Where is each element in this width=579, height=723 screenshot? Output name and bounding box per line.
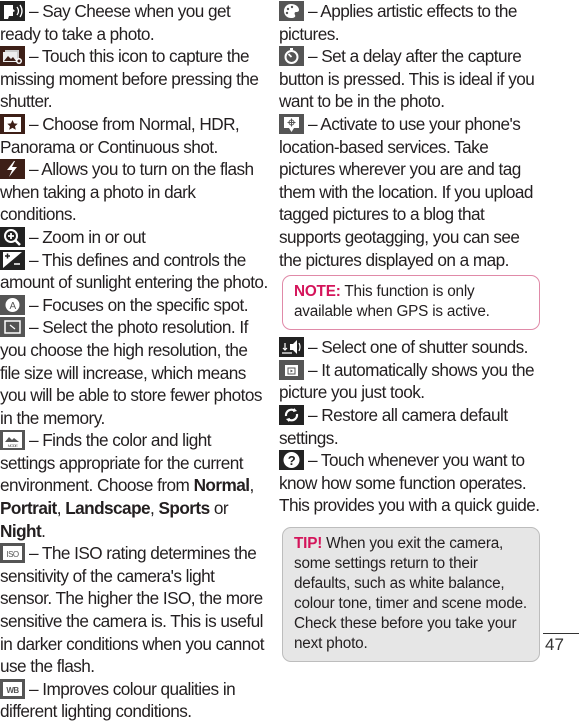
entry-help: ? – Touch whenever you want to know how s… [279,449,545,517]
say-cheese-icon [0,1,25,21]
entry-text: – The ISO rating determines the sensitiv… [0,543,265,677]
entry-timer: – Set a delay after the capture button i… [279,45,545,113]
entry-text: – Select the photo resolution. If you ch… [0,317,262,428]
entry-geotagging: – Activate to use your phone's location-… [279,113,545,271]
note-box: NOTE: This function is only available wh… [282,275,540,331]
entry-text: – Applies artistic effects to the pictur… [279,1,517,44]
entry-focus: A – Focuses on the specific spot. [0,294,268,317]
tip-label: TIP! [294,534,323,552]
tip-text: When you exit the camera, some settings … [294,534,527,652]
entry-text: – Touch this icon to capture the missing… [0,46,259,112]
help-icon: ? [279,450,304,471]
entry-time-catch: – Touch this icon to capture the missing… [0,45,268,113]
entry-text: – Improves colour qualities in different… [0,678,236,722]
entry-text: – Choose from Normal, HDR, Panorama or C… [0,113,240,157]
shot-mode-icon [0,113,25,134]
option-landscape: Landscape [65,498,151,519]
entry-auto-review: – It automatically shows you the picture… [279,359,545,404]
zoom-icon [0,226,25,247]
entry-text: – Zoom in or out [29,226,146,247]
entry-text: – Say Cheese when you get ready to take … [0,1,231,44]
svg-text:ISO: ISO [6,550,18,559]
option-normal: Normal [193,475,250,496]
scene-mode-icon: MODE [0,430,25,451]
separator: , [56,498,66,519]
entry-text: – Activate to use your phone's location-… [279,113,533,270]
shutter-sound-icon [279,337,304,358]
focus-icon: A [0,294,25,315]
color-effect-icon [279,1,304,21]
entry-text: – This defines and controls the amount o… [0,249,268,293]
entry-image-size: – Select the photo resolution. If you ch… [0,316,268,429]
entry-shot-mode: – Choose from Normal, HDR, Panorama or C… [0,113,268,158]
option-sports: Sports [158,498,210,519]
entry-brightness: – This defines and controls the amount o… [0,249,268,294]
entry-text: – Focuses on the specific spot. [29,294,248,315]
iso-icon: ISO [0,543,25,564]
separator: . [41,520,46,541]
entry-zoom: – Zoom in or out [0,226,268,249]
entry-text: – It automatically shows you the picture… [279,359,535,403]
entry-text: – Restore all camera default settings. [279,404,508,448]
entry-say-cheese: – Say Cheese when you get ready to take … [0,0,268,45]
entry-shutter-sound: – Select one of shutter sounds. [279,336,545,359]
geotagging-icon [279,113,304,134]
svg-text:A: A [9,301,16,312]
reset-icon [279,404,304,425]
entry-text: – Touch whenever you want to know how so… [279,450,540,516]
entry-scene-mode: MODE – Finds the color and light settings… [0,429,268,542]
entry-text: – Allows you to turn on the flash when t… [0,159,254,225]
right-column: – Applies artistic effects to the pictur… [279,0,545,668]
separator: , [249,475,254,496]
left-column: – Say Cheese when you get ready to take … [0,0,268,723]
brightness-icon [0,249,25,270]
flash-icon [0,159,25,180]
entry-flash: – Allows you to turn on the flash when t… [0,158,268,226]
tip-box: TIP! When you exit the camera, some sett… [282,526,540,662]
time-catch-icon [0,46,25,67]
entry-white-balance: WB – Improves colour qualities in differe… [0,678,268,723]
option-night: Night [0,520,42,541]
white-balance-icon: WB [0,678,25,699]
entry-text: – Select one of shutter sounds. [308,337,528,358]
entry-text: – Set a delay after the capture button i… [279,46,535,112]
option-portrait: Portrait [0,498,57,519]
note-label: NOTE: [294,283,341,301]
svg-text:?: ? [288,453,296,468]
entry-reset: – Restore all camera default settings. [279,404,545,449]
auto-review-icon [279,359,304,380]
image-size-icon [0,317,25,338]
timer-icon [279,46,304,67]
separator: or [209,498,229,519]
svg-text:MODE: MODE [8,443,19,448]
page-number: 47 [543,633,579,656]
svg-text:WB: WB [6,686,19,695]
entry-color-effect: – Applies artistic effects to the pictur… [279,0,545,45]
entry-iso: ISO – The ISO rating determines the sensi… [0,542,268,678]
